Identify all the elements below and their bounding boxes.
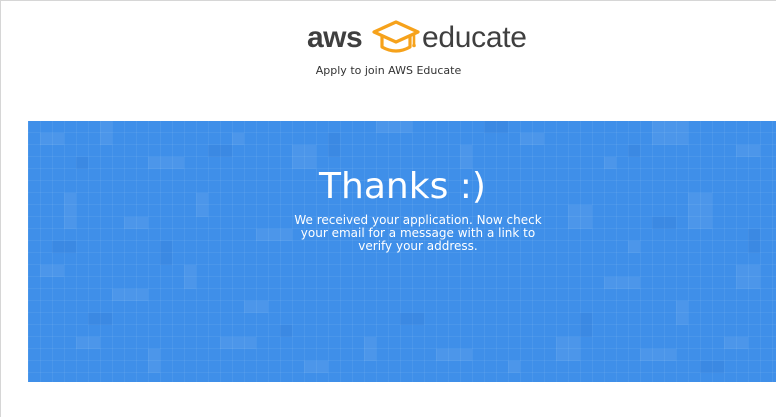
tagline: Apply to join AWS Educate xyxy=(315,64,462,77)
header: aws educate Apply to join AWS Educate xyxy=(1,1,776,121)
logo-aws-text: aws xyxy=(307,21,363,54)
hero-banner: Thanks :) We received your application. … xyxy=(28,121,776,382)
graduation-cap-icon xyxy=(370,17,422,57)
hero-title: Thanks :) xyxy=(319,166,486,207)
page: aws educate Apply to join AWS Educate Th… xyxy=(0,0,776,417)
hero-message: We received your application. Now check … xyxy=(294,213,542,253)
aws-educate-logo[interactable]: aws educate xyxy=(307,17,537,61)
logo-educate-text: educate xyxy=(422,21,527,54)
